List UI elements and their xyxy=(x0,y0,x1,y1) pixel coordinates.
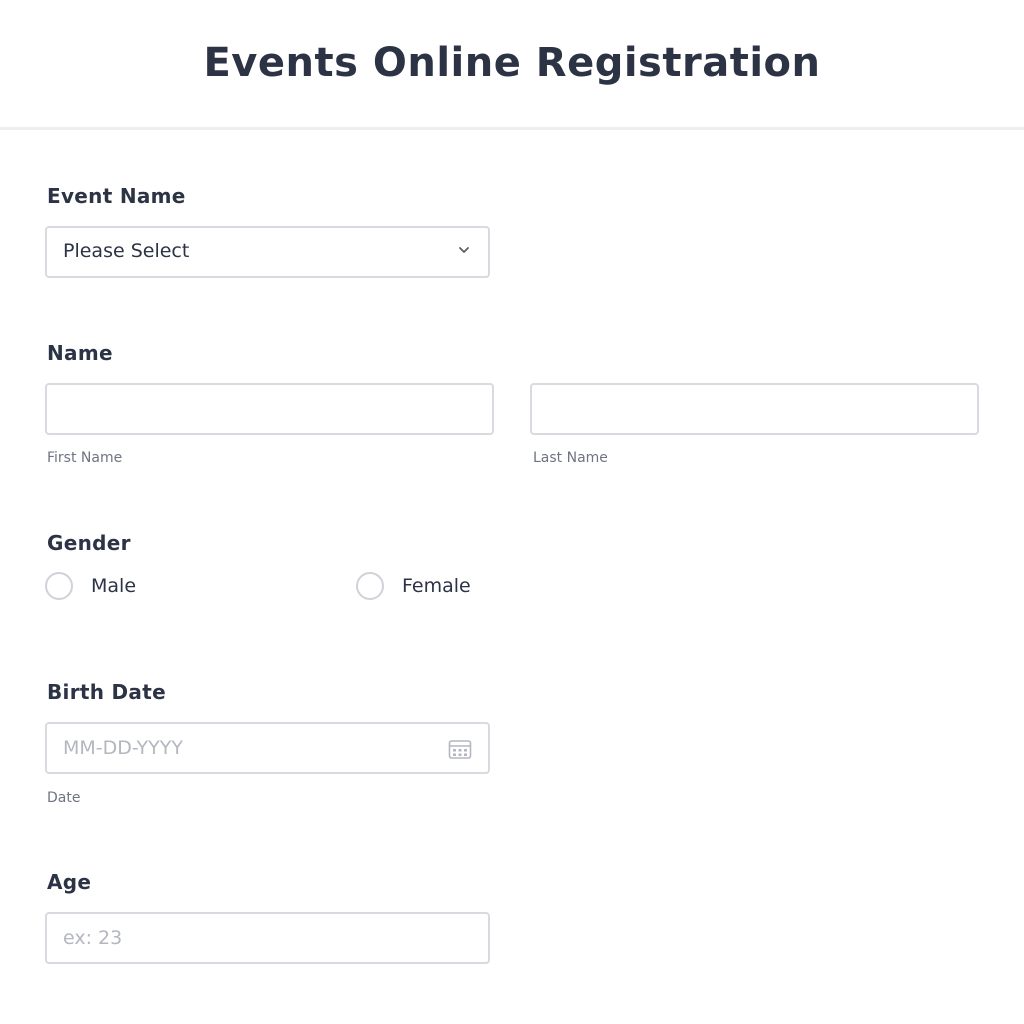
event-name-selected-value: Please Select xyxy=(63,240,190,262)
last-name-field[interactable] xyxy=(530,383,979,435)
chevron-down-icon xyxy=(459,247,469,253)
age-field[interactable] xyxy=(45,912,490,964)
name-label: Name xyxy=(47,341,113,365)
age-input[interactable] xyxy=(47,914,488,962)
form-header: Events Online Registration xyxy=(0,0,1024,130)
first-name-sublabel: First Name xyxy=(47,450,123,466)
birth-date-field[interactable] xyxy=(45,722,490,774)
last-name-input[interactable] xyxy=(532,385,977,433)
registration-form: Events Online Registration Event Name Pl… xyxy=(0,0,1024,1024)
birth-date-input[interactable] xyxy=(47,724,488,772)
first-name-field[interactable] xyxy=(45,383,494,435)
first-name-input[interactable] xyxy=(47,385,492,433)
event-name-label: Event Name xyxy=(47,184,186,208)
gender-female-radio[interactable] xyxy=(356,572,384,600)
gender-label: Gender xyxy=(47,531,131,555)
birth-date-sublabel: Date xyxy=(47,790,81,806)
gender-male-label[interactable]: Male xyxy=(91,575,136,597)
gender-female-label[interactable]: Female xyxy=(402,575,471,597)
age-label: Age xyxy=(47,870,92,894)
gender-male-radio[interactable] xyxy=(45,572,73,600)
event-name-select[interactable]: Please Select xyxy=(45,226,490,278)
last-name-sublabel: Last Name xyxy=(533,450,608,466)
birth-date-label: Birth Date xyxy=(47,680,166,704)
form-title: Events Online Registration xyxy=(203,39,821,86)
calendar-icon[interactable] xyxy=(448,738,472,760)
